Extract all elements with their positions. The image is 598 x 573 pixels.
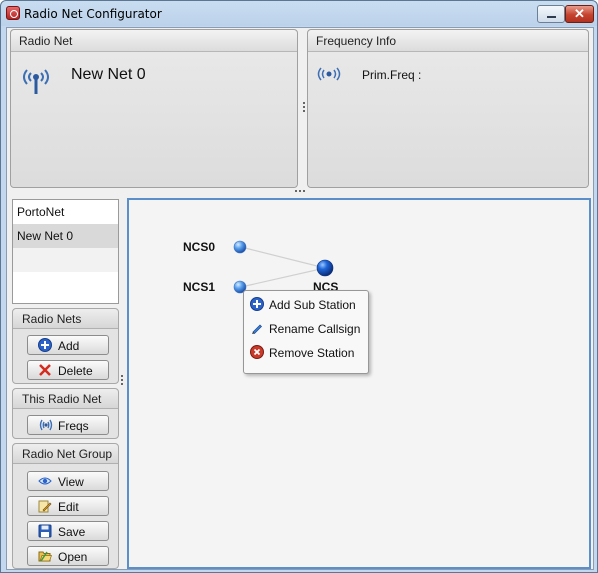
delete-net-button[interactable]: Delete [27,360,109,380]
node-label-ncs1: NCS1 [183,280,216,294]
left-splitter-handle[interactable] [121,375,124,385]
client-area: Radio Net New Net 0 Frequency Info Prim.… [6,27,594,570]
app-window: Radio Net Configurator ✕ Radio Net New N… [0,0,598,573]
view-button[interactable]: View [27,471,109,491]
list-item[interactable]: PortoNet [13,200,118,224]
link-ncs0-ncs [240,246,326,269]
freqs-button[interactable]: Freqs [27,415,109,435]
frequency-icon [39,419,53,431]
radio-net-group-header: Radio Net Group [13,444,118,464]
view-label: View [58,475,84,489]
radio-nets-group: Radio Nets Add Delete [12,308,119,384]
radio-net-panel: Radio Net New Net 0 [10,29,298,188]
app-icon [6,6,20,20]
frequency-info-header: Frequency Info [308,30,588,52]
this-radio-net-header: This Radio Net [13,389,118,409]
add-net-button[interactable]: Add [27,335,109,355]
remove-station-menu-item[interactable]: Remove Station [248,342,366,364]
network-canvas[interactable]: NCS0 NCS1 NCS [127,198,591,569]
vertical-splitter-handle[interactable] [303,102,306,112]
node-ncs[interactable] [316,259,334,277]
radio-net-list[interactable]: PortoNet New Net 0 [12,199,119,304]
eye-icon [38,477,52,485]
list-item[interactable] [13,272,118,296]
floppy-disk-icon [38,524,52,538]
rename-callsign-label: Rename Callsign [269,322,361,336]
edit-pencil-icon [38,500,52,513]
horizontal-splitter-handle[interactable] [295,190,307,193]
list-item[interactable]: New Net 0 [13,224,118,248]
delete-x-icon [39,364,51,376]
station-context-menu: Add Sub Station Rename Callsign Remove S… [243,290,369,374]
frequency-icon [317,67,341,81]
open-folder-icon [38,551,52,562]
frequency-info-panel: Frequency Info Prim.Freq : [307,29,589,188]
add-net-label: Add [58,339,80,353]
node-label-ncs0: NCS0 [183,240,216,254]
current-net-name: New Net 0 [71,66,146,83]
open-button[interactable]: Open [27,546,109,566]
pencil-icon [252,324,262,334]
add-sub-station-menu-item[interactable]: Add Sub Station [248,294,366,316]
save-button[interactable]: Save [27,521,109,541]
remove-circle-icon [250,345,264,359]
prim-freq-label: Prim.Freq [362,68,415,82]
edit-label: Edit [58,500,79,514]
save-label: Save [58,525,86,539]
list-item[interactable] [13,248,118,272]
title-bar[interactable]: Radio Net Configurator ✕ [1,1,597,27]
this-radio-net-group: This Radio Net Freqs [12,388,119,439]
close-button[interactable]: ✕ [565,5,594,23]
open-label: Open [58,550,88,564]
remove-station-label: Remove Station [269,346,355,360]
radio-nets-group-header: Radio Nets [13,309,118,329]
node-ncs0[interactable] [233,240,247,254]
close-icon: ✕ [574,6,585,21]
plus-circle-icon [38,338,52,352]
radio-antenna-icon [23,69,49,94]
rename-callsign-menu-item[interactable]: Rename Callsign [248,318,366,340]
add-sub-station-label: Add Sub Station [269,298,356,312]
network-graph [233,240,334,294]
delete-net-label: Delete [58,364,93,378]
radio-net-group-group: Radio Net Group View Edit Save Open [12,443,119,569]
edit-button[interactable]: Edit [27,496,109,516]
minimize-button[interactable] [537,5,565,23]
prim-freq-separator: : [418,68,422,82]
radio-net-panel-header: Radio Net [11,30,297,52]
freqs-label: Freqs [58,419,89,433]
window-title: Radio Net Configurator [24,7,162,21]
plus-circle-icon [250,297,264,311]
